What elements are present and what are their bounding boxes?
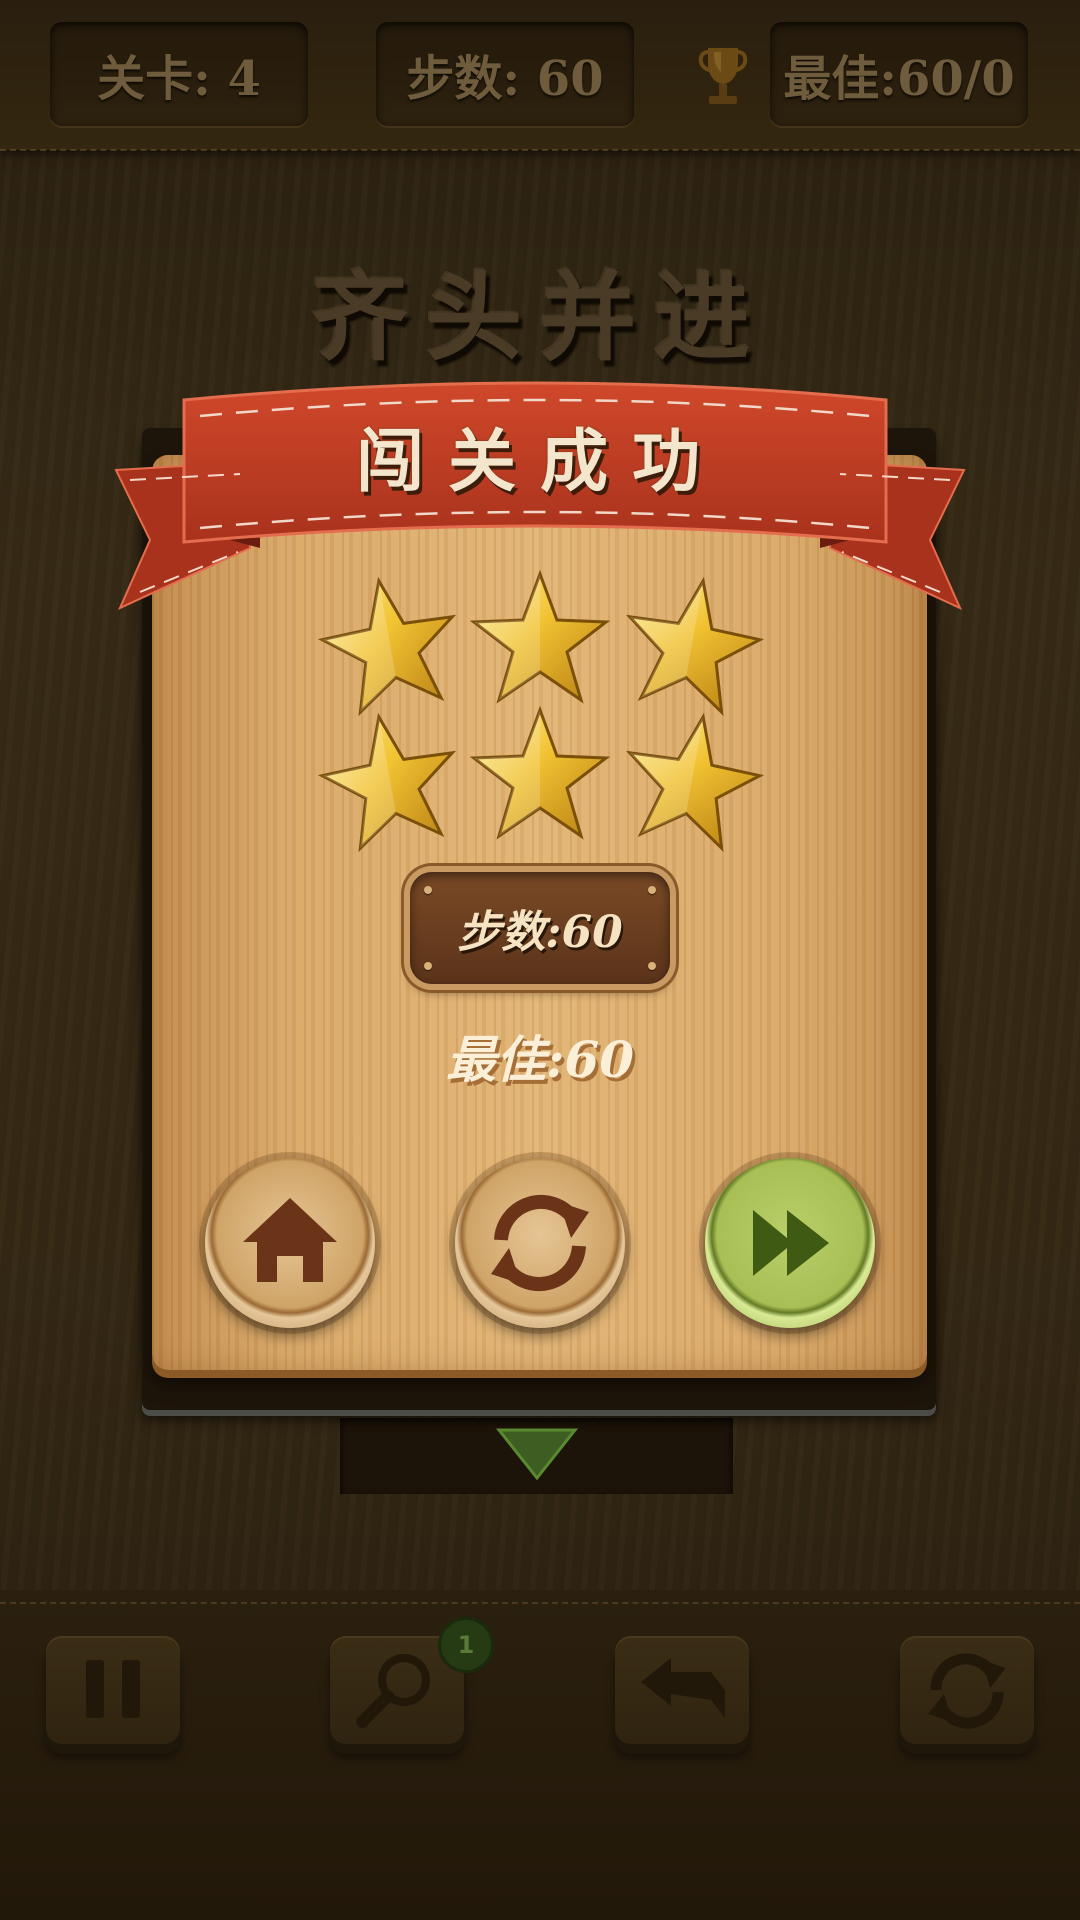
star-icon: [317, 712, 457, 853]
restart-icon: [928, 1653, 1006, 1729]
result-best: 最佳:60: [445, 1030, 635, 1089]
restart-icon: [491, 1194, 589, 1292]
star-icon: [625, 576, 765, 717]
reset-button[interactable]: [900, 1636, 1034, 1744]
result-steps: 步数:60: [457, 907, 623, 958]
restart-button[interactable]: [455, 1158, 625, 1328]
home-icon: [243, 1198, 337, 1282]
level-display: 关卡: 4: [50, 22, 308, 126]
undo-button[interactable]: [615, 1636, 749, 1744]
trophy-icon: [698, 48, 748, 104]
star-icon: [317, 576, 457, 717]
pause-icon: [86, 1660, 140, 1718]
steps-plaque: 步数:60: [410, 872, 670, 984]
fast-forward-icon: [753, 1210, 829, 1276]
exit-arrow-icon: [495, 1428, 579, 1481]
home-button[interactable]: [205, 1158, 375, 1328]
undo-icon: [641, 1658, 725, 1718]
success-banner-text: 闯关成功: [355, 422, 724, 502]
next-level-button[interactable]: [705, 1158, 875, 1328]
steps-display: 步数: 60: [376, 22, 634, 126]
stitch-divider: [0, 149, 1080, 151]
best-display: 最佳:60/0: [770, 22, 1028, 126]
star-icon: [625, 712, 765, 853]
hint-count-badge: 1: [441, 1620, 491, 1670]
star-icon: [470, 706, 610, 840]
game-title: 齐头并进: [312, 261, 768, 374]
pause-button[interactable]: [46, 1636, 180, 1744]
star-icon: [470, 570, 610, 704]
stitch-divider: [0, 1602, 1080, 1604]
